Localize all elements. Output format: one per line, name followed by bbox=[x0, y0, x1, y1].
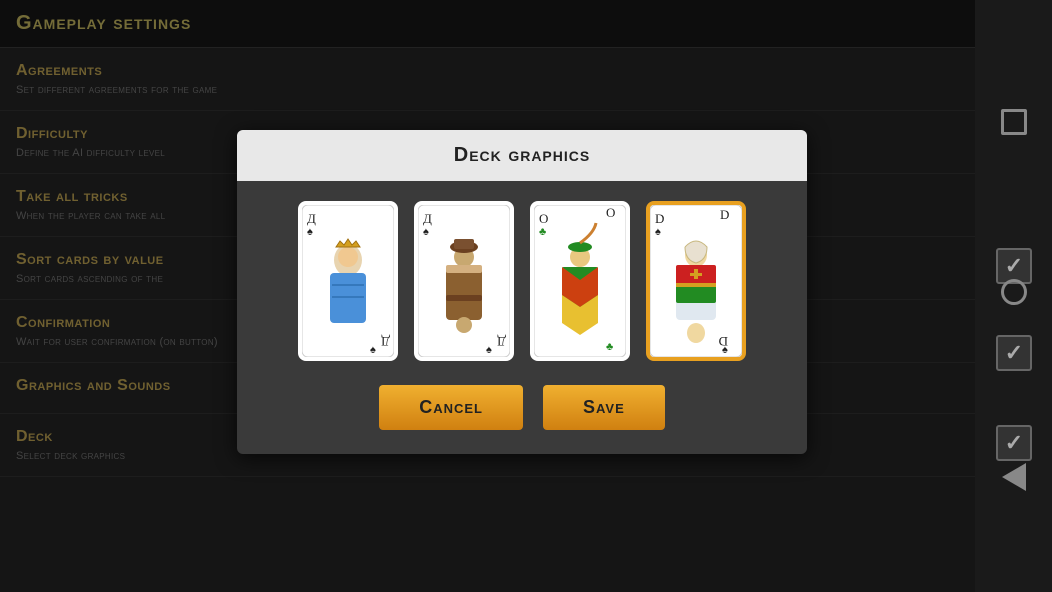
square-icon bbox=[1001, 109, 1027, 135]
card-inner-1: Д ♠ Д ♠ bbox=[302, 205, 394, 357]
card-option-3[interactable]: О ♣ О ♣ bbox=[530, 201, 630, 361]
svg-text:D: D bbox=[720, 207, 729, 222]
svg-text:♠: ♠ bbox=[655, 226, 661, 238]
card-option-2[interactable]: Д ♠ Д ♠ bbox=[414, 201, 514, 361]
svg-text:D: D bbox=[719, 334, 728, 349]
card-svg-3: О ♣ О ♣ bbox=[534, 205, 626, 357]
svg-text:♣: ♣ bbox=[606, 341, 613, 353]
circle-icon bbox=[1001, 279, 1027, 305]
checkbox-sort-cards[interactable] bbox=[996, 335, 1032, 371]
card-svg-1: Д ♠ Д ♠ bbox=[302, 205, 394, 357]
svg-text:♠: ♠ bbox=[307, 226, 313, 238]
back-button[interactable] bbox=[992, 455, 1036, 499]
card-svg-2: Д ♠ Д ♠ bbox=[418, 205, 510, 357]
card-options-row: Д ♠ Д ♠ bbox=[298, 201, 746, 361]
svg-text:Д: Д bbox=[381, 334, 390, 349]
home-button[interactable] bbox=[992, 270, 1036, 314]
svg-text:D: D bbox=[655, 211, 664, 226]
card-inner-2: Д ♠ Д ♠ bbox=[418, 205, 510, 357]
card-inner-4: D ♠ D bbox=[650, 205, 742, 357]
card-option-4[interactable]: D ♠ D bbox=[646, 201, 746, 361]
card-svg-4: D ♠ D bbox=[650, 205, 742, 357]
svg-text:Д: Д bbox=[423, 211, 432, 226]
dialog-title-bar: Deck graphics bbox=[237, 130, 807, 181]
svg-text:Д: Д bbox=[497, 334, 506, 349]
svg-text:Д: Д bbox=[307, 211, 316, 226]
card-inner-3: О ♣ О ♣ bbox=[534, 205, 626, 357]
dialog-content: Д ♠ Д ♠ bbox=[237, 181, 807, 454]
svg-text:♠: ♠ bbox=[370, 344, 376, 356]
deck-graphics-dialog: Deck graphics Д ♠ bbox=[237, 130, 807, 454]
dialog-title: Deck graphics bbox=[251, 144, 793, 167]
card-option-1[interactable]: Д ♠ Д ♠ bbox=[298, 201, 398, 361]
cancel-button[interactable]: Cancel bbox=[379, 385, 523, 430]
dialog-buttons: Cancel Save bbox=[379, 385, 665, 430]
save-button[interactable]: Save bbox=[543, 385, 665, 430]
triangle-icon bbox=[1002, 463, 1026, 491]
svg-text:♠: ♠ bbox=[423, 226, 429, 238]
svg-text:О: О bbox=[539, 211, 548, 226]
svg-text:♣: ♣ bbox=[539, 226, 546, 238]
recent-apps-button[interactable] bbox=[992, 100, 1036, 144]
svg-text:О: О bbox=[606, 205, 615, 220]
svg-text:♠: ♠ bbox=[486, 344, 492, 356]
android-nav-bar bbox=[975, 0, 1052, 592]
